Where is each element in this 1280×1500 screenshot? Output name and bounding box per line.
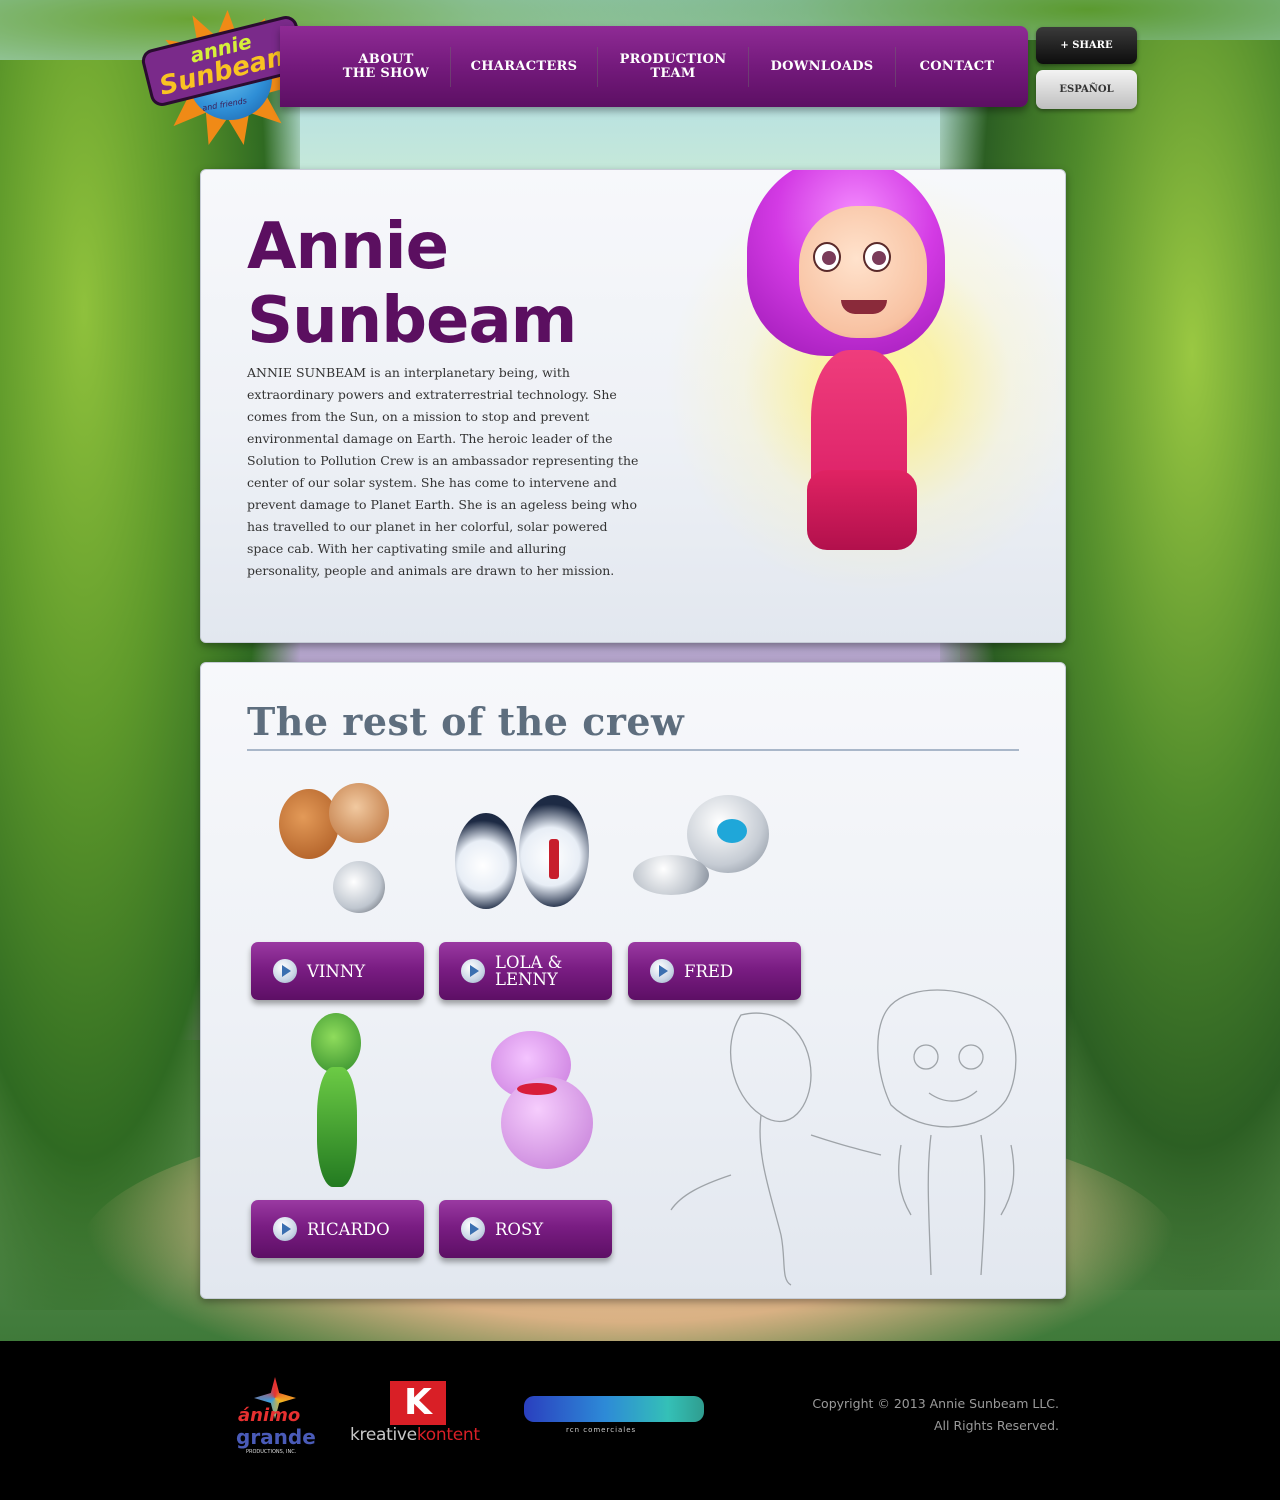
character-button-ricardo[interactable]: RICARDO: [251, 1200, 424, 1258]
site-footer: ánimo grande PRODUCTIONS, INC. K kreativ…: [0, 1341, 1280, 1500]
nav-about-the-show[interactable]: ABOUT THE SHOW: [322, 47, 450, 87]
nav-characters[interactable]: CHARACTERS: [451, 47, 597, 87]
vinny-image[interactable]: [259, 775, 439, 925]
rcn-comerciales-logo[interactable]: rcn comerciales: [524, 1396, 704, 1436]
ricardo-image[interactable]: [291, 1013, 401, 1193]
robot-tail: [633, 855, 709, 895]
copyright-notice: Copyright © 2013 Annie Sunbeam LLC. All …: [812, 1396, 1059, 1433]
squirrel-tail: [279, 789, 339, 859]
kreative-k-mark: K: [390, 1381, 446, 1425]
play-icon: [273, 1217, 297, 1241]
annie-sunbeam-illustration: [741, 170, 961, 550]
annie-mouth: [841, 300, 887, 314]
nav-contact[interactable]: CONTACT: [896, 47, 1018, 87]
crew-heading: The rest of the crew: [247, 699, 685, 744]
play-icon: [461, 1217, 485, 1241]
squirrel-head: [329, 783, 389, 843]
nav-production-team[interactable]: PRODUCTION TEAM: [598, 47, 748, 87]
main-navigation: ABOUT THE SHOW CHARACTERS PRODUCTION TEA…: [280, 26, 1028, 107]
play-icon: [273, 959, 297, 983]
annie-pencil-sketch: [670, 989, 1017, 1286]
rcn-wave-mark: [524, 1396, 704, 1422]
character-first-name: Annie: [247, 210, 449, 284]
character-hero-panel: Annie Sunbeam ANNIE SUNBEAM is an interp…: [200, 169, 1066, 643]
kreative-kontent-logo[interactable]: K kreativekontent: [350, 1381, 490, 1447]
character-description: ANNIE SUNBEAM is an interplanetary being…: [247, 365, 639, 578]
robot-eyes: [717, 819, 747, 843]
character-name-heading: Annie Sunbeam: [247, 210, 577, 358]
character-button-lola-lenny[interactable]: LOLA & LENNY: [439, 942, 612, 1000]
penguin-tie: [549, 839, 559, 879]
language-button[interactable]: ESPAÑOL: [1036, 70, 1137, 109]
penguin-lola: [455, 813, 517, 909]
flower-necklace: [517, 1083, 557, 1095]
annie-legs: [807, 470, 917, 550]
animo-grande-logo[interactable]: ánimo grande PRODUCTIONS, INC.: [232, 1377, 318, 1459]
rosy-image[interactable]: [451, 1013, 601, 1173]
crew-divider: [247, 749, 1019, 751]
lizard-head: [311, 1013, 361, 1073]
lola-lenny-image[interactable]: [441, 785, 621, 935]
character-button-vinny[interactable]: VINNY: [251, 942, 424, 1000]
character-last-name: Sunbeam: [247, 284, 577, 358]
annie-face: [799, 206, 927, 338]
share-button[interactable]: + SHARE: [1036, 27, 1137, 64]
crew-panel: The rest of the crew VINNY LOLA & LENNY …: [200, 662, 1066, 1299]
annie-eye: [813, 242, 841, 272]
play-icon: [650, 959, 674, 983]
lizard-body: [317, 1067, 357, 1187]
nav-downloads[interactable]: DOWNLOADS: [749, 47, 895, 87]
character-button-rosy[interactable]: ROSY: [439, 1200, 612, 1258]
play-icon: [461, 959, 485, 983]
unicycle-wheel: [333, 861, 385, 913]
fred-image[interactable]: [627, 785, 817, 935]
annie-eye: [863, 242, 891, 272]
